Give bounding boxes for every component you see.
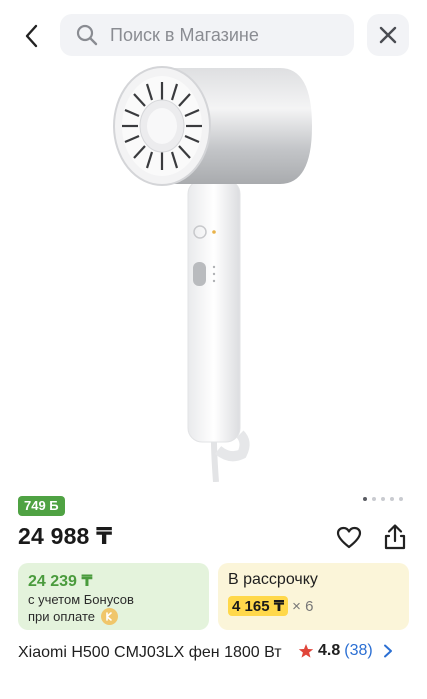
installment-amount: 4 165 ₸ [228,596,289,616]
heart-icon [336,526,362,549]
bonus-note-line1: с учетом Бонусов [28,592,134,607]
installment-card[interactable]: В рассрочку 4 165 ₸ × 6 [218,563,409,630]
bonus-note-text: при оплате [28,609,95,624]
bonus-price-card[interactable]: 24 239 ₸ с учетом Бонусов при оплате [18,563,209,630]
pagination-dot[interactable] [381,497,385,501]
favorite-button[interactable] [334,523,364,553]
image-pagination [363,497,403,501]
search-icon [74,22,100,48]
pagination-dot[interactable] [363,497,367,501]
rating-value: 4.8 [318,642,341,659]
product-rating[interactable]: 4.8 (38) [298,642,395,660]
top-bar [0,0,427,70]
search-bar[interactable] [60,14,354,56]
installment-multiplier: × 6 [292,597,314,615]
bonus-coin-icon [100,608,118,625]
installment-row: 4 165 ₸ × 6 [228,596,399,616]
review-count-link[interactable]: (38) [344,642,372,660]
pagination-dot[interactable] [390,497,394,501]
close-icon [379,26,397,44]
chevron-left-icon [25,24,38,48]
close-button[interactable] [367,14,409,56]
installment-title: В рассрочку [228,571,318,588]
pagination-dot[interactable] [399,497,403,501]
product-price: 24 988 ₸ [18,523,113,549]
product-title: Xiaomi H500 CMJ03LX фен 1800 Вт [18,644,282,661]
search-input[interactable] [110,24,340,46]
chevron-right-icon[interactable] [381,644,395,658]
bonus-points-badge: 749 Б [18,496,65,516]
star-icon [298,643,314,659]
pagination-dot[interactable] [372,497,376,501]
share-icon [384,524,406,550]
back-button[interactable] [14,18,50,54]
bonus-price: 24 239 ₸ [28,573,93,590]
share-button[interactable] [380,521,410,553]
product-image[interactable] [100,62,330,483]
bonus-note-line2: при оплате [28,608,199,625]
